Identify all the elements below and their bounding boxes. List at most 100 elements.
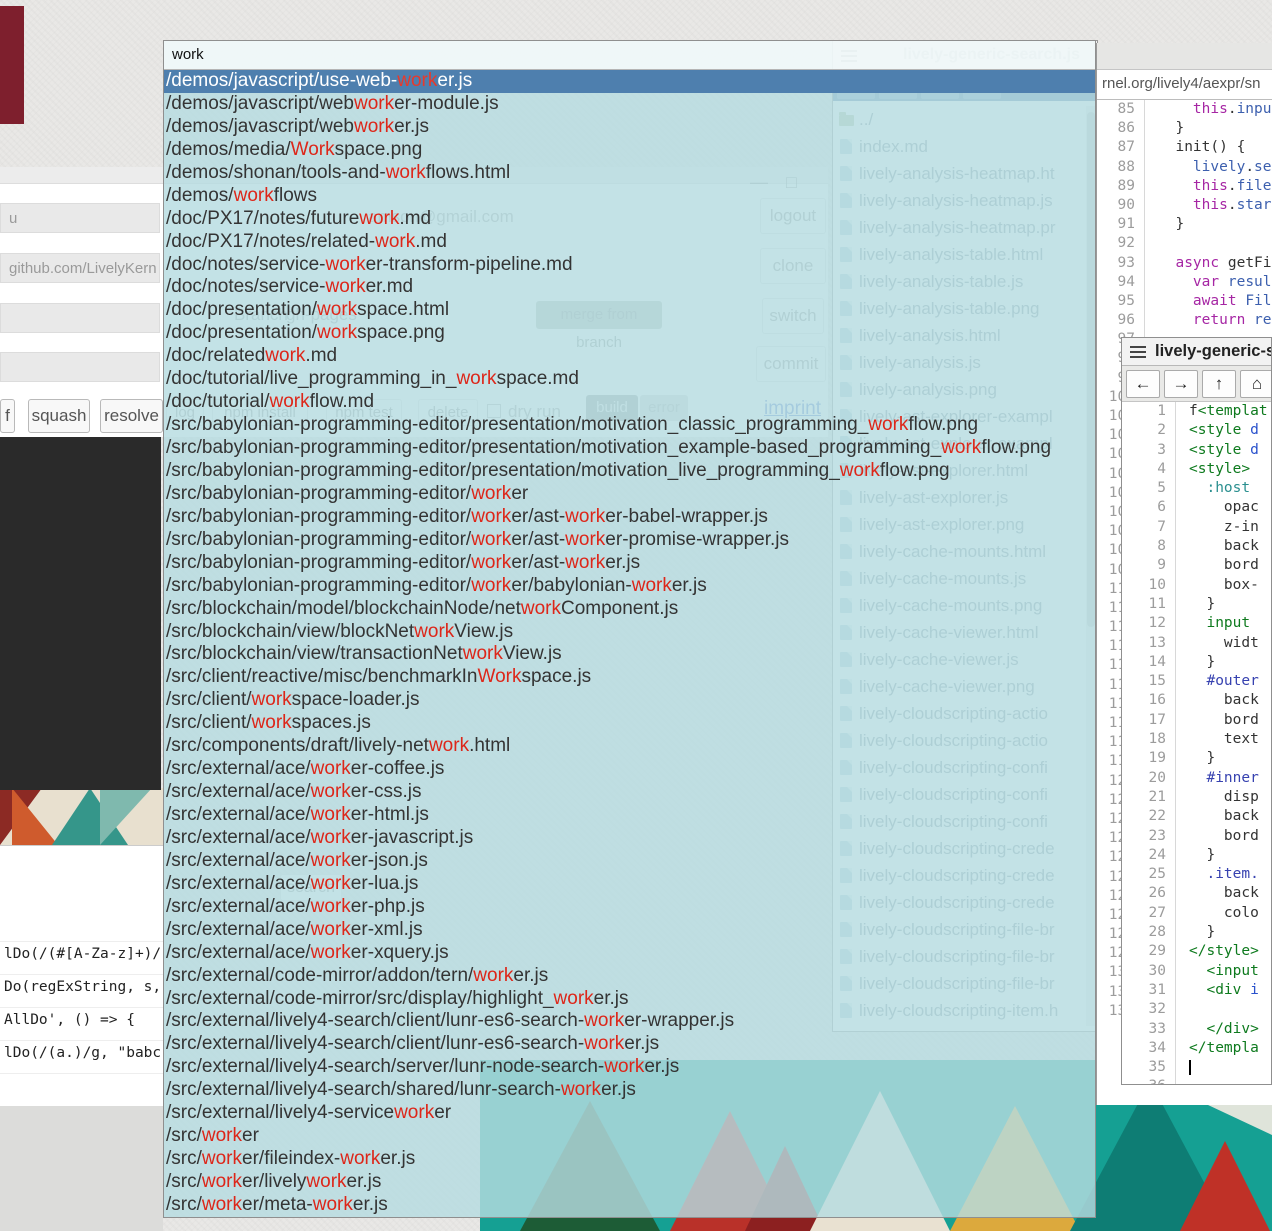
code-line: 36 (1122, 1077, 1271, 1085)
hamburger-menu-icon[interactable] (1130, 346, 1146, 348)
search-result-item[interactable]: /src/external/ace/worker-php.js (164, 896, 1095, 919)
up-button[interactable]: ↑ (1202, 370, 1236, 398)
line-number: 19 (1122, 749, 1176, 768)
search-result-item[interactable]: /demos/media/Workspace.png (164, 139, 1095, 162)
code-line: 23 bord (1122, 827, 1271, 846)
template-editor-titlebar: lively-generic-s (1122, 338, 1271, 366)
search-result-item[interactable]: /src/external/ace/worker-xquery.js (164, 942, 1095, 965)
line-number: 14 (1122, 653, 1176, 672)
wallpaper-triangle (100, 788, 152, 845)
search-result-item[interactable]: /src/blockchain/view/blockNetworkView.js (164, 621, 1095, 644)
search-result-item[interactable]: /src/external/ace/worker-json.js (164, 850, 1095, 873)
git-field-3[interactable] (0, 303, 160, 333)
search-result-item[interactable]: /doc/tutorial/live_programming_in_worksp… (164, 368, 1095, 391)
editor-url-bar[interactable]: rnel.org/lively4/aexpr/sn (1097, 70, 1272, 100)
search-result-item[interactable]: /demos/javascript/use-web-worker.js (164, 70, 1095, 93)
squash-button[interactable]: squash (28, 399, 90, 433)
search-result-item[interactable]: /src/external/lively4-serviceworker (164, 1102, 1095, 1125)
search-result-item[interactable]: /src/babylonian-programming-editor/worke… (164, 483, 1095, 506)
search-result-item[interactable]: /doc/PX17/notes/related-work.md (164, 231, 1095, 254)
search-result-item[interactable]: /src/external/ace/worker-javascript.js (164, 827, 1095, 850)
editor-top-strip (1097, 43, 1272, 70)
search-result-item[interactable]: /src/external/code-mirror/src/display/hi… (164, 988, 1095, 1011)
resolve-button[interactable]: resolve (100, 399, 163, 433)
search-result-item[interactable]: /src/external/ace/worker-lua.js (164, 873, 1095, 896)
search-result-item[interactable]: /src/worker (164, 1125, 1095, 1148)
search-result-item[interactable]: /src/babylonian-programming-editor/prese… (164, 414, 1095, 437)
code-line: 15 #outer (1122, 672, 1271, 691)
search-result-item[interactable]: /src/external/lively4-search/client/lunr… (164, 1033, 1095, 1056)
line-number: 25 (1122, 865, 1176, 884)
search-result-item[interactable]: /src/babylonian-programming-editor/prese… (164, 460, 1095, 483)
search-result-item[interactable]: /src/client/workspaces.js (164, 712, 1095, 735)
back-button[interactable]: ← (1126, 370, 1160, 398)
search-result-item[interactable]: /doc/presentation/workspace.png (164, 322, 1095, 345)
search-result-item[interactable]: /src/worker/livelyworker.js (164, 1171, 1095, 1194)
search-result-item[interactable]: /src/external/ace/worker-coffee.js (164, 758, 1095, 781)
search-result-item[interactable]: /src/external/lively4-search/server/lunr… (164, 1056, 1095, 1079)
username-field[interactable]: u (0, 203, 160, 233)
search-result-item[interactable]: /doc/PX17/notes/futurework.md (164, 208, 1095, 231)
code-line: 32 (1122, 1000, 1271, 1019)
search-input[interactable]: work (164, 41, 1095, 70)
search-result-item[interactable]: /src/babylonian-programming-editor/worke… (164, 575, 1095, 598)
code-line: 6 opac (1122, 498, 1271, 517)
search-result-item[interactable]: /src/worker/meta-worker.js (164, 1194, 1095, 1217)
search-result-item[interactable]: /doc/relatedwork.md (164, 345, 1095, 368)
search-result-item[interactable]: /src/blockchain/view/transactionNetworkV… (164, 643, 1095, 666)
search-result-item[interactable]: /src/babylonian-programming-editor/prese… (164, 437, 1095, 460)
line-number: 88 (1097, 158, 1145, 177)
code-line: 9 bord (1122, 556, 1271, 575)
search-result-item[interactable]: /src/components/draft/lively-network.htm… (164, 735, 1095, 758)
code-line: 95 await Fil (1097, 292, 1272, 311)
row-divider (0, 1040, 163, 1041)
search-result-item[interactable]: /src/worker/fileindex-worker.js (164, 1148, 1095, 1171)
search-result-item[interactable]: /src/external/ace/worker-html.js (164, 804, 1095, 827)
search-result-item[interactable]: /doc/presentation/workspace.html (164, 299, 1095, 322)
search-result-item[interactable]: /demos/shonan/tools-and-workflows.html (164, 162, 1095, 185)
git-field-4[interactable] (0, 352, 160, 382)
search-result-item[interactable]: /demos/javascript/webworker.js (164, 116, 1095, 139)
search-result-item[interactable]: /src/babylonian-programming-editor/worke… (164, 529, 1095, 552)
line-number: 30 (1122, 962, 1176, 981)
line-number: 21 (1122, 788, 1176, 807)
line-number: 15 (1122, 672, 1176, 691)
code-line: 26 back (1122, 884, 1271, 903)
code-line: AllDo', () => { (4, 1012, 135, 1028)
search-result-item[interactable]: /src/client/workspace-loader.js (164, 689, 1095, 712)
code-area[interactable]: 1f<templat2<style d3<style d4<style>5 :h… (1122, 402, 1271, 1085)
search-result-item[interactable]: /doc/notes/service-worker-transform-pipe… (164, 254, 1095, 277)
line-number: 23 (1122, 827, 1176, 846)
line-number: 4 (1122, 460, 1176, 479)
search-result-item[interactable]: /src/external/lively4-search/client/lunr… (164, 1010, 1095, 1033)
search-result-item[interactable]: /src/babylonian-programming-editor/worke… (164, 506, 1095, 529)
search-result-item[interactable]: /src/babylonian-programming-editor/worke… (164, 552, 1095, 575)
home-button[interactable]: ⌂ (1240, 370, 1272, 398)
search-result-item[interactable]: /src/external/ace/worker-xml.js (164, 919, 1095, 942)
search-result-item[interactable]: /src/external/code-mirror/addon/tern/wor… (164, 965, 1095, 988)
line-number: 92 (1097, 234, 1145, 253)
forward-button[interactable]: → (1164, 370, 1198, 398)
line-number: 91 (1097, 215, 1145, 234)
line-number: 24 (1122, 846, 1176, 865)
code-line: 31 <div i (1122, 981, 1271, 1000)
code-line: 14 } (1122, 653, 1271, 672)
search-result-item[interactable]: /demos/javascript/webworker-module.js (164, 93, 1095, 116)
line-number: 8 (1122, 537, 1176, 556)
search-result-item[interactable]: /src/external/ace/worker-css.js (164, 781, 1095, 804)
fastforward-button[interactable]: f (0, 399, 15, 433)
row-divider (0, 974, 163, 975)
code-line: 89 this.file (1097, 177, 1272, 196)
search-result-item[interactable]: /doc/tutorial/workflow.md (164, 391, 1095, 414)
code-line: 7 z-in (1122, 518, 1271, 537)
line-number: 5 (1122, 479, 1176, 498)
search-result-item[interactable]: /doc/notes/service-worker.md (164, 276, 1095, 299)
template-editor-navbar: ← → ↑ ⌂ (1122, 366, 1271, 402)
search-result-item[interactable]: /src/client/reactive/misc/benchmarkInWor… (164, 666, 1095, 689)
search-result-item[interactable]: /src/blockchain/model/blockchainNode/net… (164, 598, 1095, 621)
line-number: 94 (1097, 273, 1145, 292)
repo-url-field[interactable]: github.com/LivelyKern (0, 253, 160, 283)
search-result-item[interactable]: /demos/workflows (164, 185, 1095, 208)
search-result-item[interactable]: /src/external/lively4-search/shared/lunr… (164, 1079, 1095, 1102)
code-line: 87 init() { (1097, 138, 1272, 157)
